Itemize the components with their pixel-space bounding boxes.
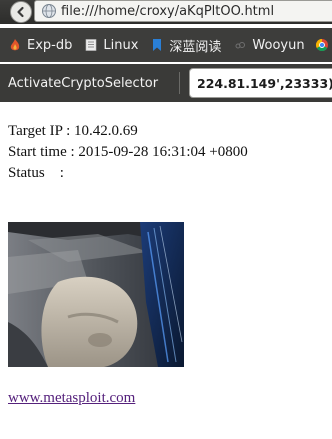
bookmark-label: Linux <box>103 37 139 53</box>
status-label: Status <box>8 165 45 181</box>
toolbar-label[interactable]: ActivateCryptoSelector <box>8 76 158 91</box>
bookmark-icon <box>153 39 162 51</box>
toolbar-divider <box>179 72 180 94</box>
chrome-icon <box>315 39 328 52</box>
flame-icon <box>10 39 20 51</box>
target-ip-label: Target IP <box>8 123 63 139</box>
back-button[interactable] <box>10 1 32 23</box>
address-field[interactable]: file:///home/croxy/aKqPltOO.html <box>34 0 332 22</box>
globe-icon <box>42 4 56 18</box>
bookmark-chrome[interactable] <box>315 38 332 52</box>
start-time-value: 2015-09-28 16:31:04 +0800 <box>78 144 248 160</box>
extension-toolbar: ActivateCryptoSelector 224.81.149',23333… <box>0 64 332 102</box>
bookmark-wooyun[interactable]: Wooyun <box>233 37 305 53</box>
page-content: Target IP : 10.42.0.69 Start time : 2015… <box>8 121 248 184</box>
metasploit-link[interactable]: www.metasploit.com <box>8 390 135 407</box>
start-time-row: Start time : 2015-09-28 16:31:04 +0800 <box>8 142 248 163</box>
target-ip-value: 10.42.0.69 <box>74 123 138 139</box>
target-ip-row: Target IP : 10.42.0.69 <box>8 121 248 142</box>
start-time-label: Start time <box>8 144 67 160</box>
status-row: Status : <box>8 163 248 184</box>
bookmark-label: Exp-db <box>27 37 73 53</box>
start-time-separator: : <box>66 144 79 160</box>
bookmark-label: Wooyun <box>252 37 305 53</box>
toolbar-input[interactable]: 224.81.149',23333))l <box>189 68 332 98</box>
url-bar: file:///home/croxy/aKqPltOO.html <box>0 0 332 24</box>
webcam-snapshot <box>8 222 184 367</box>
bookmark-label: 深蓝阅读 <box>169 39 222 55</box>
bookmark-shenlan[interactable]: 深蓝阅读 <box>150 36 221 55</box>
cloud-icon <box>235 42 246 49</box>
status-separator: : <box>44 165 64 181</box>
bookmark-linux[interactable]: Linux <box>84 38 138 53</box>
url-text: file:///home/croxy/aKqPltOO.html <box>61 3 275 19</box>
back-arrow-icon <box>17 6 24 18</box>
target-ip-separator: : <box>62 123 75 139</box>
bookmarks-bar: Exp-db Linux 深蓝阅读 Wooyun <box>0 28 332 62</box>
webcam-image <box>8 222 184 367</box>
bookmark-exp-db[interactable]: Exp-db <box>8 38 72 53</box>
book-icon <box>86 39 97 51</box>
